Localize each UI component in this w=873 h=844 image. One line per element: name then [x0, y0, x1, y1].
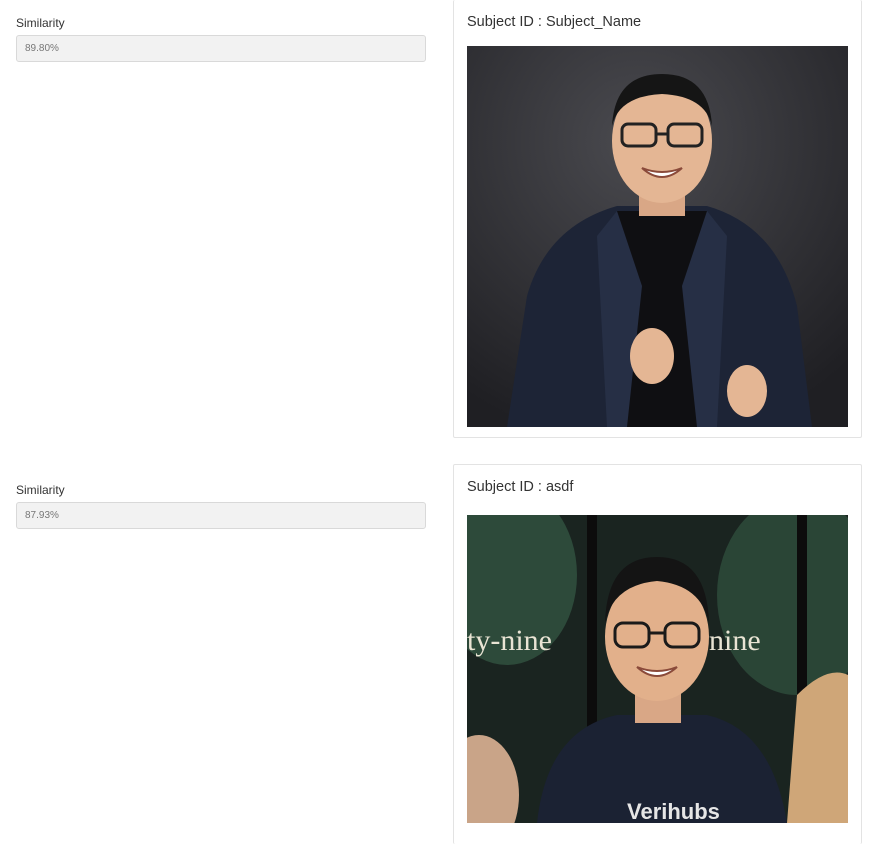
similarity-group: Similarity 87.93% [16, 483, 426, 529]
subject-id-prefix: Subject ID : [467, 14, 546, 30]
similarity-value-field: 89.80% [16, 35, 426, 62]
similarity-group: Similarity 89.80% [16, 16, 426, 62]
subject-photo [467, 46, 848, 427]
subject-card: Subject ID : Subject_Name [453, 0, 862, 438]
result-row: Similarity 89.80% Subject ID : Subject_N… [0, 0, 873, 450]
backdrop-sign-right: nine [709, 624, 761, 657]
similarity-label: Similarity [16, 483, 65, 497]
subject-id: asdf [545, 479, 574, 495]
event-photo-image: ty-nine nine Verihubs [467, 515, 848, 823]
result-row: Similarity 87.93% Subject ID : asdf ty-n… [0, 464, 873, 844]
subject-id: Subject_Name [545, 14, 642, 30]
subject-title: Subject ID : asdf [467, 479, 573, 495]
similarity-value-field: 87.93% [16, 502, 426, 529]
portrait-photo-image [467, 46, 848, 427]
subject-id-prefix: Subject ID : [467, 479, 546, 495]
subject-title: Subject ID : Subject_Name [467, 14, 641, 30]
subject-card: Subject ID : asdf ty-nine nine Verihubs [453, 464, 862, 844]
subject-photo: ty-nine nine Verihubs [467, 515, 848, 823]
backdrop-sign-left: ty-nine [467, 624, 552, 657]
similarity-label: Similarity [16, 16, 65, 30]
shirt-logo-text: Verihubs [627, 799, 720, 823]
